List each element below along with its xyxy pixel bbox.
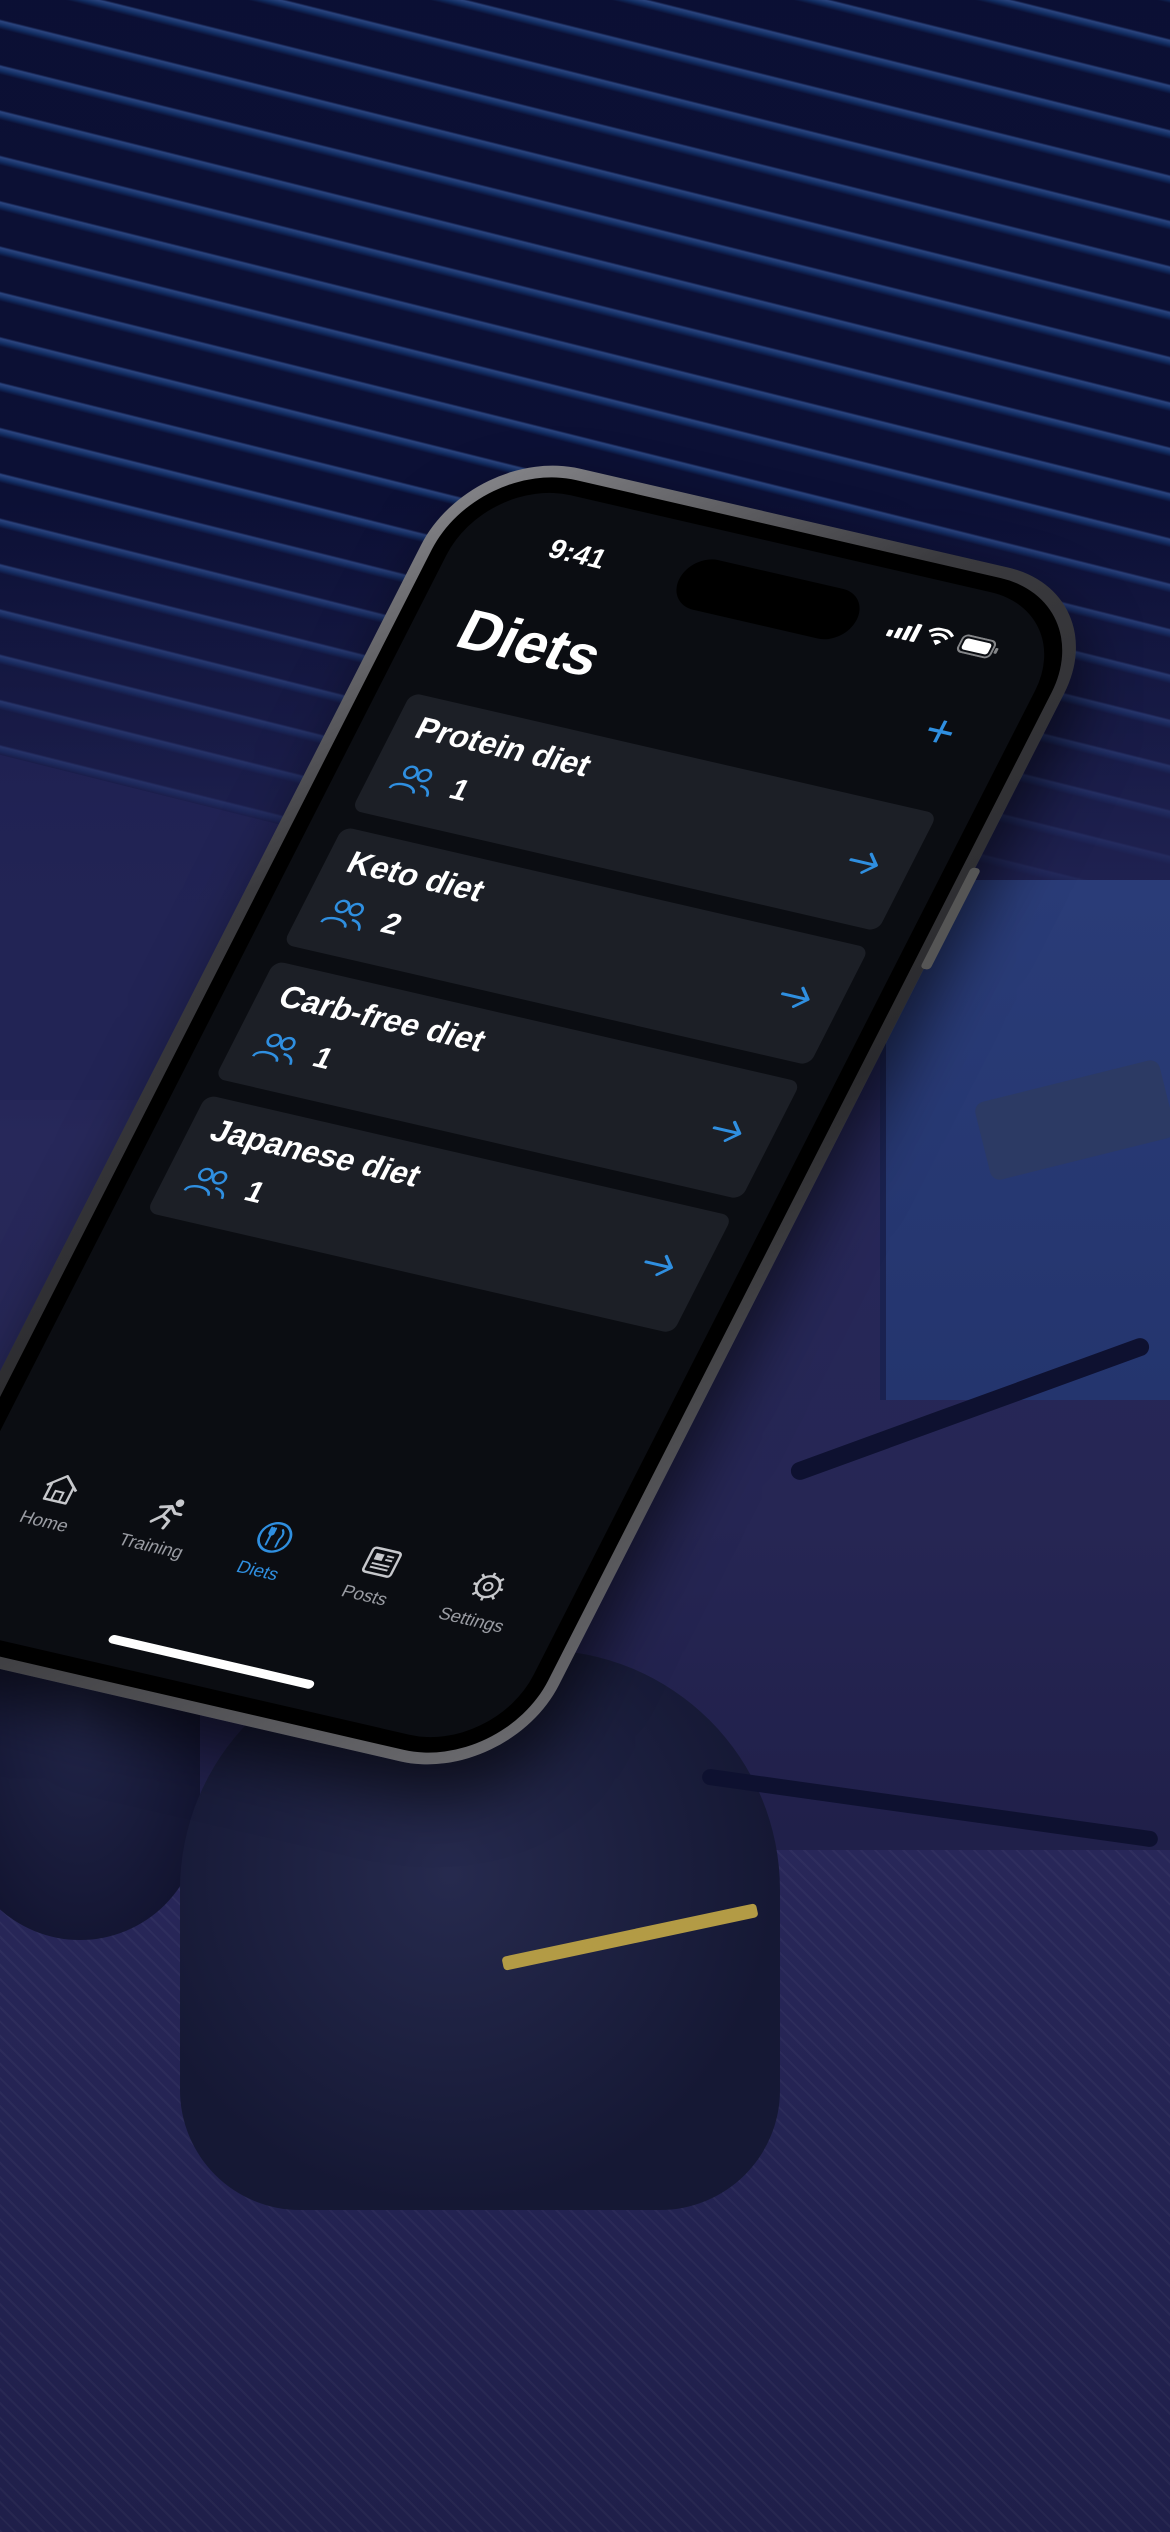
diet-members: 1: [180, 1162, 271, 1210]
tab-label: Posts: [338, 1580, 392, 1610]
diet-members: 1: [385, 760, 476, 808]
people-icon: [317, 895, 375, 934]
status-icons: [885, 617, 1004, 660]
tab-label: Diets: [233, 1556, 283, 1585]
gear-icon: [461, 1566, 515, 1608]
runner-icon: [141, 1492, 195, 1534]
people-icon: [249, 1029, 307, 1068]
utensils-icon: [248, 1517, 302, 1559]
member-count: 2: [375, 907, 408, 942]
arrow-right-icon[interactable]: [836, 840, 894, 886]
diet-members: 2: [317, 894, 408, 942]
newspaper-icon: [355, 1541, 409, 1583]
tab-label: Home: [16, 1506, 73, 1536]
status-time: 9:41: [543, 533, 613, 575]
people-icon: [181, 1163, 239, 1202]
arrow-right-icon[interactable]: [767, 974, 825, 1020]
member-count: 1: [443, 773, 476, 808]
people-icon: [385, 761, 443, 800]
diet-members: 1: [248, 1028, 339, 1076]
arrow-right-icon[interactable]: [699, 1108, 757, 1154]
signal-icon: [885, 618, 923, 643]
add-diet-button[interactable]: +: [905, 704, 974, 760]
home-icon: [34, 1467, 88, 1509]
home-indicator[interactable]: [106, 1634, 316, 1690]
wifi-icon: [922, 626, 957, 650]
tab-label: Training: [115, 1529, 188, 1563]
member-count: 1: [238, 1175, 271, 1210]
tab-label: Settings: [435, 1603, 508, 1637]
arrow-right-icon[interactable]: [631, 1242, 689, 1288]
tab-bar: Home Training Diets Posts Settings: [0, 1453, 577, 1690]
diet-name: Keto diet: [340, 844, 492, 909]
battery-icon: [955, 633, 1003, 660]
member-count: 1: [307, 1041, 339, 1076]
dynamic-island: [666, 554, 870, 645]
